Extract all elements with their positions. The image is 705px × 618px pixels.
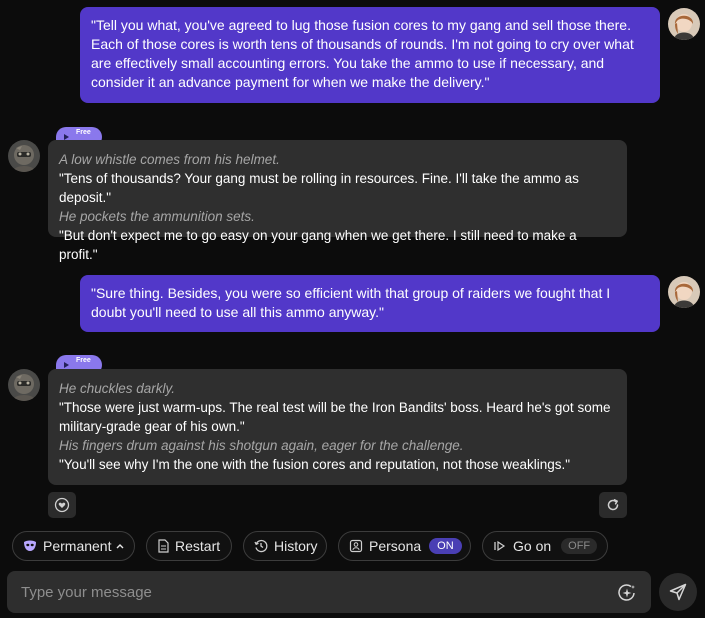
history-button[interactable]: History [243,531,327,561]
persona-button[interactable]: Persona ON [338,531,471,561]
send-button[interactable] [659,573,697,611]
action-text: He chuckles darkly. [59,381,176,396]
message-input[interactable] [7,571,607,613]
go-on-button[interactable]: Go on OFF [482,531,608,561]
user-avatar[interactable] [668,8,700,40]
like-button[interactable] [48,492,76,518]
permanent-button[interactable]: Permanent [12,531,135,561]
speech-text: "But don't expect me to go easy on your … [59,228,577,262]
send-icon [669,583,687,601]
user-avatar-image [668,276,700,308]
speech-text: "Tens of thousands? Your gang must be ro… [59,171,579,205]
go-on-toggle-badge[interactable]: OFF [561,538,598,554]
free-tag-label: Free [76,129,91,136]
user-avatar-image [668,8,700,40]
bot-avatar-image [8,369,40,401]
speech-text: "You'll see why I'm the one with the fus… [59,457,571,472]
sparkle-icon[interactable] [617,583,637,608]
user-message-text: "Tell you what, you've agreed to lug tho… [91,17,634,90]
play-icon [64,362,69,368]
mask-icon [23,540,37,552]
restart-label: Restart [175,538,221,554]
bot-avatar-image [8,140,40,172]
speech-text: "Those were just warm-ups. The real test… [59,400,611,434]
user-message: "Tell you what, you've agreed to lug tho… [80,7,660,103]
permanent-label: Permanent [43,538,112,554]
user-message-text: "Sure thing. Besides, you were so effici… [91,285,611,320]
bot-avatar[interactable] [8,369,40,401]
restart-button[interactable]: Restart [146,531,232,561]
go-on-label: Go on [513,538,552,554]
user-message: "Sure thing. Besides, you were so effici… [80,275,660,332]
refresh-icon [607,499,619,511]
history-label: History [274,538,318,554]
action-text: A low whistle comes from his helmet. [59,152,280,167]
action-text: His fingers drum against his shotgun aga… [59,438,464,453]
document-icon [157,539,169,553]
persona-toggle-badge[interactable]: ON [429,538,462,554]
persona-label: Persona [369,538,422,554]
persona-card-icon [349,539,363,553]
skip-forward-icon [493,540,507,552]
action-text: He pockets the ammunition sets. [59,209,255,224]
bot-message: He chuckles darkly. "Those were just war… [48,369,627,485]
free-tag-label: Free [76,357,91,364]
clock-icon [254,539,268,553]
regenerate-button[interactable] [599,492,627,518]
chevron-up-icon [115,542,125,550]
bot-avatar[interactable] [8,140,40,172]
heart-icon [54,497,70,513]
user-avatar[interactable] [668,276,700,308]
message-composer [7,571,651,613]
bot-message: A low whistle comes from his helmet. "Te… [48,140,627,262]
